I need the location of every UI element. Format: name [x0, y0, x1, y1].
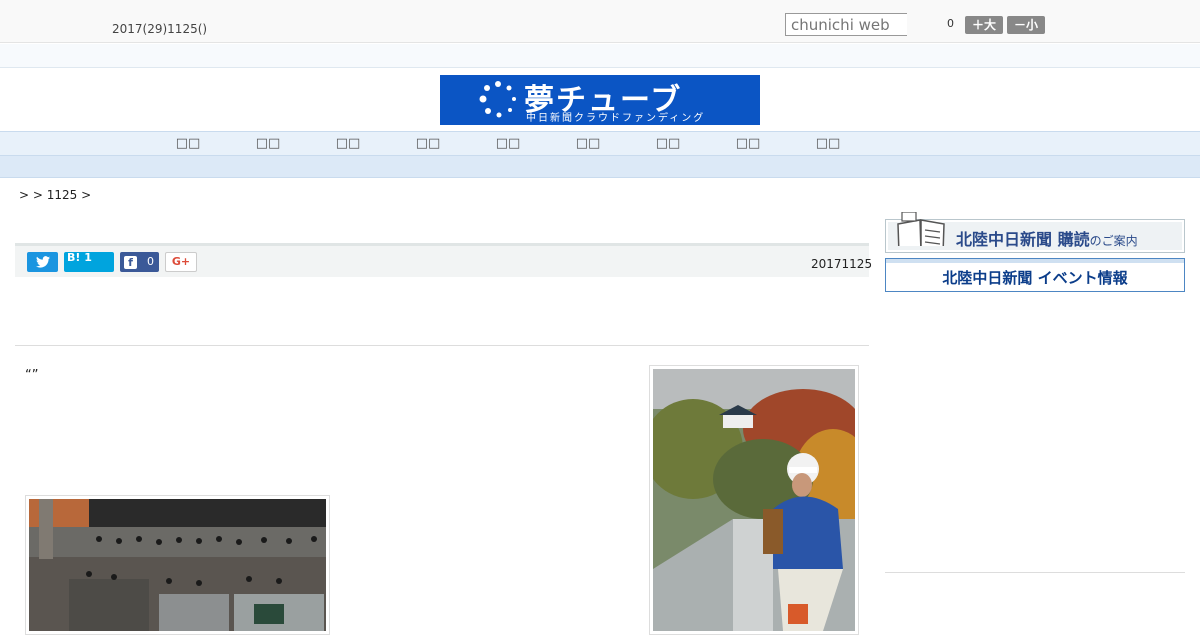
subscription-banner[interactable]: 北陸中日新聞 購読のご案内 — [885, 212, 1185, 253]
photo-image — [653, 369, 855, 631]
published-date: 20171125 — [811, 257, 873, 271]
nav-item[interactable]: □□ — [168, 136, 208, 151]
search-input[interactable] — [785, 13, 907, 36]
hatena-bookmark-button[interactable]: B! 1 — [64, 252, 114, 272]
subscription-title: 北陸中日新聞 購読のご案内 — [956, 230, 1138, 249]
nav-item[interactable]: □□ — [568, 136, 608, 151]
header-date: 2017(29)1125() — [112, 22, 208, 36]
article-photo-worker[interactable] — [649, 365, 859, 635]
font-smaller-button[interactable]: －小 — [1007, 16, 1045, 34]
nav-item[interactable]: □□ — [408, 136, 448, 151]
article-photo-birds[interactable] — [25, 495, 330, 635]
sub-header-bar — [0, 44, 1200, 68]
open-book-icon — [897, 212, 945, 246]
events-banner[interactable]: 北陸中日新聞 イベント情報 — [885, 258, 1185, 292]
banner-subtitle: 中日新聞クラウドファンディング — [526, 113, 706, 124]
nav-item[interactable]: □□ — [248, 136, 288, 151]
nav-item[interactable]: □□ — [328, 136, 368, 151]
sub-nav — [0, 156, 1200, 178]
dots-circle-icon — [479, 81, 516, 118]
events-banner-topbar — [886, 259, 1184, 263]
yume-tube-banner[interactable]: 夢チューブ 中日新聞クラウドファンディング — [440, 75, 760, 125]
share-bar: B! 1 f 0 G+ 20171125 — [15, 243, 873, 277]
sidebar-divider — [885, 572, 1185, 573]
twitter-share-button[interactable] — [27, 252, 58, 272]
photo-image — [29, 499, 326, 631]
breadcrumb[interactable]: > > 1125 > — [19, 188, 91, 202]
top-bar: 2017(29)1125() 0 ＋大 －小 — [0, 0, 1200, 43]
nav-item[interactable]: □□ — [808, 136, 848, 151]
main-nav: □□ □□ □□ □□ □□ □□ □□ □□ □□ — [0, 131, 1200, 156]
facebook-count: 0 — [147, 255, 154, 268]
nav-item[interactable]: □□ — [728, 136, 768, 151]
font-size-count: 0 — [947, 17, 954, 30]
nav-item[interactable]: □□ — [648, 136, 688, 151]
article-lead: “” — [25, 368, 39, 383]
events-title: 北陸中日新聞 イベント情報 — [942, 269, 1128, 287]
twitter-bird-icon — [35, 256, 50, 268]
google-plus-button[interactable]: G+ — [165, 252, 197, 272]
nav-item[interactable]: □□ — [488, 136, 528, 151]
font-larger-button[interactable]: ＋大 — [965, 16, 1003, 34]
facebook-share-button[interactable]: f 0 — [120, 252, 159, 272]
divider — [15, 345, 869, 346]
facebook-icon: f — [124, 256, 137, 269]
